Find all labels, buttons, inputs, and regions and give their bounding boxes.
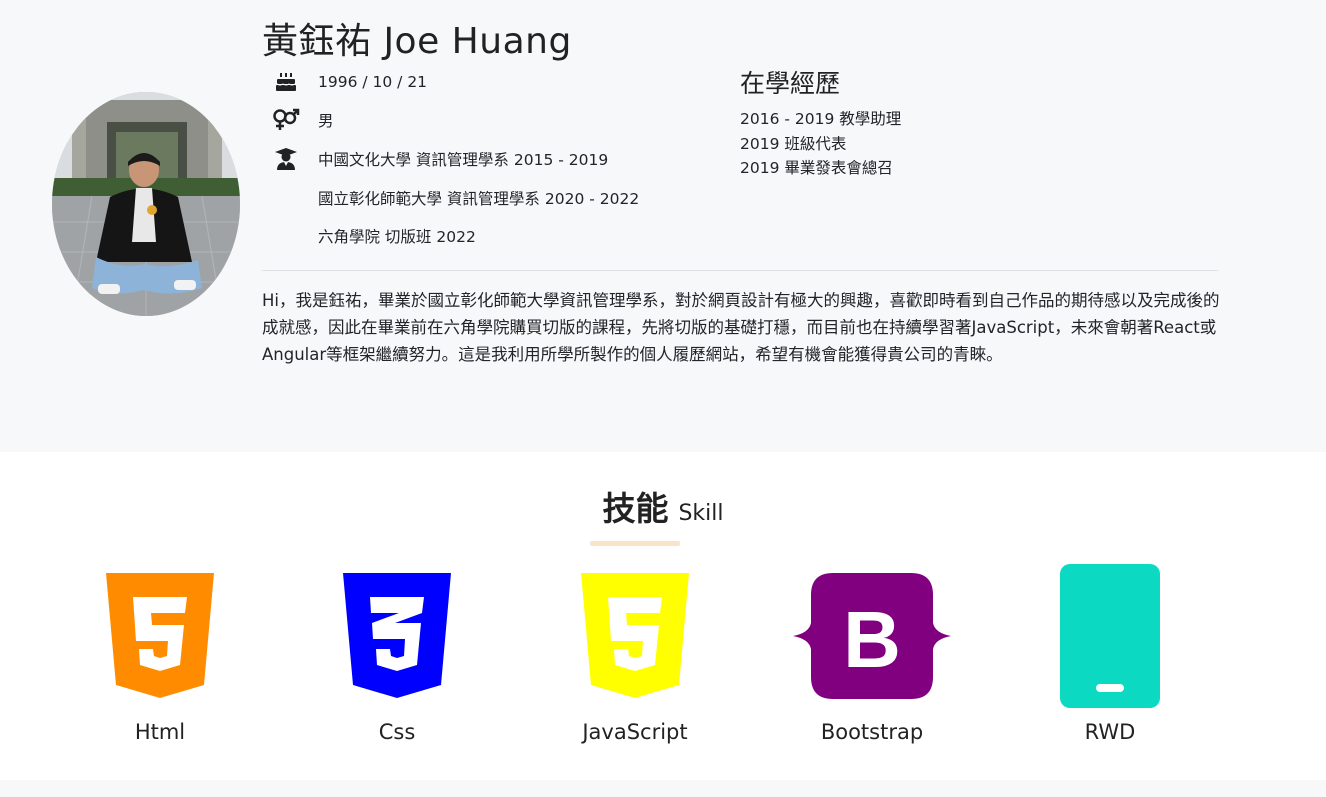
skills-underline: [590, 541, 680, 546]
bootstrap-icon: B: [772, 556, 972, 706]
experience-item: 2019 畢業發表會總召: [740, 159, 893, 177]
avatar: [52, 92, 240, 316]
gender-icon: [270, 106, 302, 134]
skill-label: Html: [134, 720, 186, 744]
skill-label: Bootstrap: [820, 720, 924, 744]
birthday-row: 1996 / 10 / 21: [270, 68, 427, 96]
skill-label: Css: [378, 720, 416, 744]
css3-icon: [297, 556, 497, 706]
bio-paragraph: Hi，我是鈺祐，畢業於國立彰化師範大學資訊管理學系，對於網頁設計有極大的興趣，喜…: [262, 291, 1220, 364]
html5-icon: [60, 556, 260, 706]
javascript-icon: [535, 556, 735, 706]
skills-heading: 技能 Skill: [0, 482, 1326, 530]
skill-label: RWD: [1084, 720, 1136, 744]
cake-icon: [270, 68, 302, 96]
gender-row: 男: [270, 106, 334, 134]
skill-item-rwd: RWD: [1010, 556, 1210, 756]
birthday-text: 1996 / 10 / 21: [318, 73, 428, 91]
profile-photo: [52, 92, 240, 316]
skill-item-bootstrap: B Bootstrap: [772, 556, 972, 756]
divider: [262, 270, 1218, 271]
svg-text:B: B: [843, 595, 901, 684]
footer-strip: [0, 780, 1326, 797]
experience-item: 2019 班級代表: [740, 135, 847, 153]
skill-item-html: Html: [60, 556, 260, 756]
profile-section: 黃鈺祐 Joe Huang 1996 / 10 / 21 男 中國文化大學 資訊…: [0, 0, 1326, 452]
gender-text: 男: [318, 112, 334, 130]
skills-title-zh: 技能: [602, 489, 669, 528]
profile-name: 黃鈺祐 Joe Huang: [262, 21, 572, 62]
experience-item: 2016 - 2019 教學助理: [740, 110, 902, 128]
education-item: 六角學院 切版班 2022: [318, 228, 476, 246]
skill-item-javascript: JavaScript: [535, 556, 735, 756]
education-row-1: 中國文化大學 資訊管理學系 2015 - 2019: [270, 145, 608, 173]
skills-section: 技能 Skill Html Css JavaScript B Bootstrap…: [0, 452, 1326, 780]
phone-icon: [1010, 556, 1210, 708]
skill-item-css: Css: [297, 556, 497, 756]
education-item: 中國文化大學 資訊管理學系 2015 - 2019: [318, 151, 609, 169]
education-item: 國立彰化師範大學 資訊管理學系 2020 - 2022: [318, 190, 640, 208]
skills-title-en: Skill: [678, 501, 724, 526]
experience-title: 在學經歷: [740, 69, 841, 98]
skill-label: JavaScript: [582, 720, 688, 744]
graduate-icon: [270, 145, 302, 173]
